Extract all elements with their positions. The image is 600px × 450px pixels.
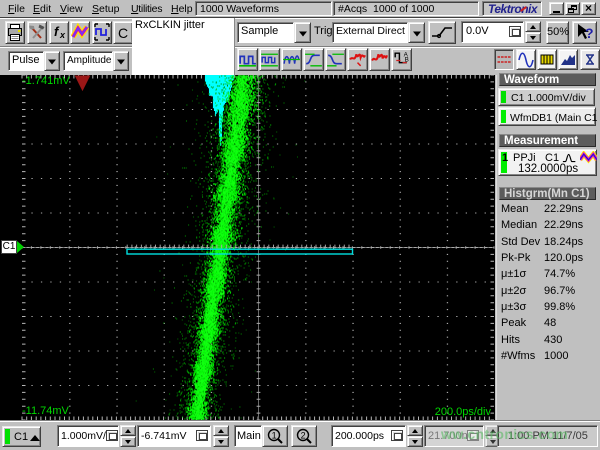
svg-text:B: B bbox=[405, 57, 409, 64]
svg-text:1: 1 bbox=[272, 431, 277, 441]
svg-text:?: ? bbox=[585, 25, 594, 41]
svg-text:2: 2 bbox=[301, 431, 306, 441]
